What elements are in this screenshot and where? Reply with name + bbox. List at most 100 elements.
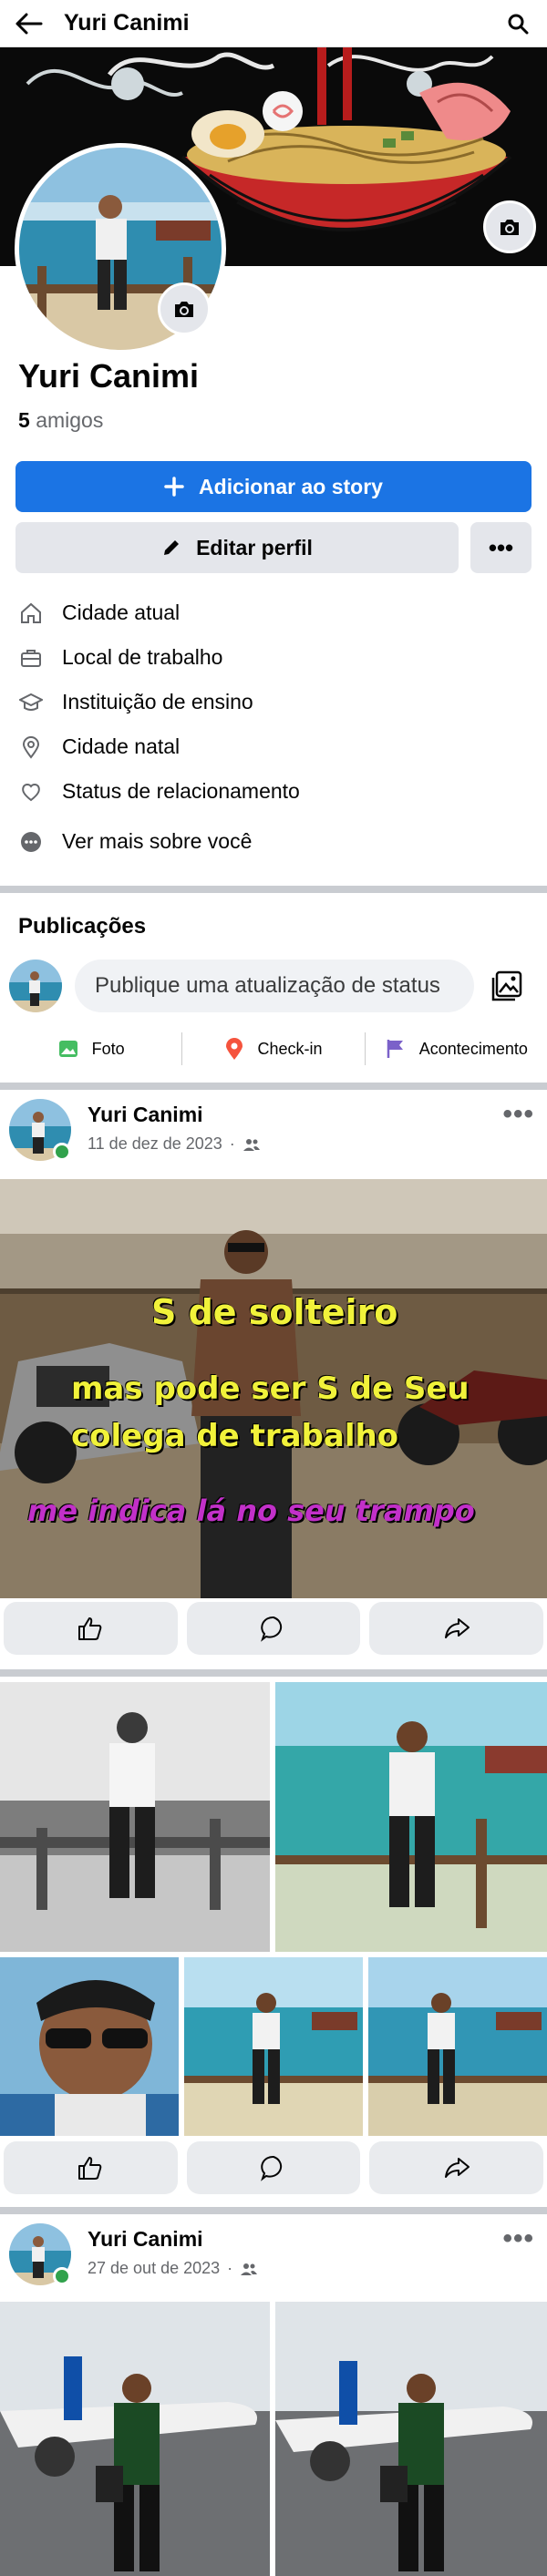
friends-number: 5 — [18, 408, 30, 432]
checkin-action[interactable]: Check-in — [182, 1031, 364, 1066]
post-options-icon[interactable]: ••• — [502, 1099, 534, 1130]
meme-line-4: me indica lá no seu trampo — [27, 1493, 475, 1528]
friends-icon — [241, 2263, 258, 2275]
profile-page: Yuri Canimi Yuri Canimi 5 amigos Adicion… — [0, 0, 547, 2576]
home-icon — [18, 600, 44, 626]
post-photo-3[interactable] — [0, 1957, 179, 2136]
detail-label: Status de relacionamento — [62, 779, 300, 803]
briefcase-icon — [18, 645, 44, 671]
more-options-button[interactable]: ••• — [470, 522, 532, 573]
profile-picture-camera-button[interactable] — [158, 282, 211, 335]
status-composer: Publique uma atualização de status — [9, 957, 538, 1015]
post-photo-airport-1[interactable] — [0, 2302, 270, 2576]
detail-label: Cidade natal — [62, 734, 181, 758]
friends-count[interactable]: 5 amigos — [18, 408, 103, 433]
pencil-icon — [164, 540, 180, 555]
search-icon[interactable] — [501, 7, 534, 40]
post-date: 11 de dez de 2023 · — [88, 1134, 261, 1154]
detail-label: Instituição de ensino — [62, 690, 253, 713]
flag-icon — [387, 1040, 403, 1058]
section-divider — [0, 1669, 547, 1677]
comment-button[interactable] — [186, 1602, 361, 1655]
detail-hometown[interactable]: Cidade natal — [18, 724, 529, 769]
dots-circle-icon — [18, 829, 44, 855]
camera-icon — [501, 220, 519, 235]
section-divider — [0, 1083, 547, 1090]
post-header: Yuri Canimi 27 de out de 2023 · ••• — [9, 2223, 538, 2289]
post-author[interactable]: Yuri Canimi — [88, 2227, 258, 2252]
profile-name: Yuri Canimi — [18, 357, 200, 395]
add-to-story-label: Adicionar ao story — [199, 474, 383, 498]
see-more-about-you[interactable]: Ver mais sobre você — [18, 819, 529, 864]
section-divider — [0, 886, 547, 893]
post-image-meme[interactable]: S de solteiro mas pode ser S de Seu cole… — [0, 1179, 547, 1598]
action-label: Acontecimento — [418, 1039, 528, 1058]
detail-relationship[interactable]: Status de relacionamento — [18, 769, 529, 814]
like-icon — [78, 2157, 102, 2180]
add-to-story-button[interactable]: Adicionar ao story — [15, 461, 532, 512]
edit-profile-label: Editar perfil — [196, 535, 313, 559]
detail-current-city[interactable]: Cidade atual — [18, 590, 529, 635]
separator-dot: · — [229, 1134, 235, 1153]
publications-title: Publicações — [18, 914, 147, 939]
like-button[interactable] — [4, 1602, 178, 1655]
top-bar: Yuri Canimi — [0, 0, 547, 47]
section-divider — [0, 2207, 547, 2214]
profile-details: Cidade atual Local de trabalho Instituiç… — [18, 590, 529, 864]
meme-line-3: colega de trabalho — [71, 1418, 399, 1454]
post-reaction-bar — [0, 2141, 547, 2196]
photo-icon — [58, 1041, 77, 1057]
header-title: Yuri Canimi — [64, 10, 190, 36]
detail-label: Ver mais sobre você — [62, 829, 253, 853]
share-icon — [444, 1618, 470, 1638]
cover-camera-button[interactable] — [483, 200, 536, 253]
post-photo-2[interactable] — [275, 1682, 547, 1952]
post-photo-5[interactable] — [368, 1957, 547, 2136]
comment-icon — [261, 2155, 283, 2181]
comment-button[interactable] — [186, 2141, 361, 2194]
share-icon — [444, 2158, 470, 2178]
post-photo-4[interactable] — [184, 1957, 363, 2136]
friends-icon — [243, 1138, 260, 1151]
post-date-text: 11 de dez de 2023 — [88, 1134, 222, 1153]
event-action[interactable]: Acontecimento — [366, 1031, 547, 1066]
heart-icon — [18, 779, 44, 805]
share-button[interactable] — [369, 2141, 544, 2194]
photo-gallery-icon[interactable] — [489, 968, 525, 1004]
meme-line-1: S de solteiro — [151, 1292, 398, 1332]
detail-label: Local de trabalho — [62, 645, 223, 669]
post-reaction-bar — [0, 1602, 547, 1657]
meme-line-2: mas pode ser S de Seu — [71, 1370, 470, 1407]
action-label: Foto — [91, 1039, 125, 1058]
post-photo-1[interactable] — [0, 1682, 270, 1952]
back-arrow-icon[interactable] — [13, 7, 46, 40]
graduation-cap-icon — [18, 690, 44, 715]
online-status-dot — [53, 2267, 71, 2285]
photo-action[interactable]: Foto — [0, 1031, 181, 1066]
post-header: Yuri Canimi 11 de dez de 2023 · ••• — [9, 1099, 538, 1165]
location-pin-icon — [226, 1038, 243, 1060]
detail-workplace[interactable]: Local de trabalho — [18, 635, 529, 680]
composer-actions: Foto Check-in Acontecimento — [0, 1031, 547, 1066]
like-button[interactable] — [4, 2141, 178, 2194]
location-pin-icon — [18, 734, 44, 760]
online-status-dot — [53, 1143, 71, 1161]
post-options-icon[interactable]: ••• — [502, 2223, 534, 2254]
detail-education[interactable]: Instituição de ensino — [18, 680, 529, 724]
edit-profile-button[interactable]: Editar perfil — [15, 522, 459, 573]
share-button[interactable] — [369, 1602, 544, 1655]
separator-dot: · — [227, 2259, 233, 2277]
plus-icon — [164, 477, 184, 497]
post-photo-airport-2[interactable] — [275, 2302, 547, 2576]
status-input[interactable]: Publique uma atualização de status — [75, 960, 474, 1012]
post-author[interactable]: Yuri Canimi — [88, 1103, 261, 1127]
camera-icon — [175, 302, 193, 317]
detail-label: Cidade atual — [62, 600, 181, 624]
action-label: Check-in — [257, 1039, 323, 1058]
more-dots-icon: ••• — [488, 533, 514, 561]
avatar[interactable] — [9, 960, 62, 1012]
comment-icon — [261, 1616, 283, 1642]
friends-label: amigos — [36, 408, 104, 432]
like-icon — [78, 1617, 102, 1640]
post-date: 27 de out de 2023 · — [88, 2259, 258, 2278]
